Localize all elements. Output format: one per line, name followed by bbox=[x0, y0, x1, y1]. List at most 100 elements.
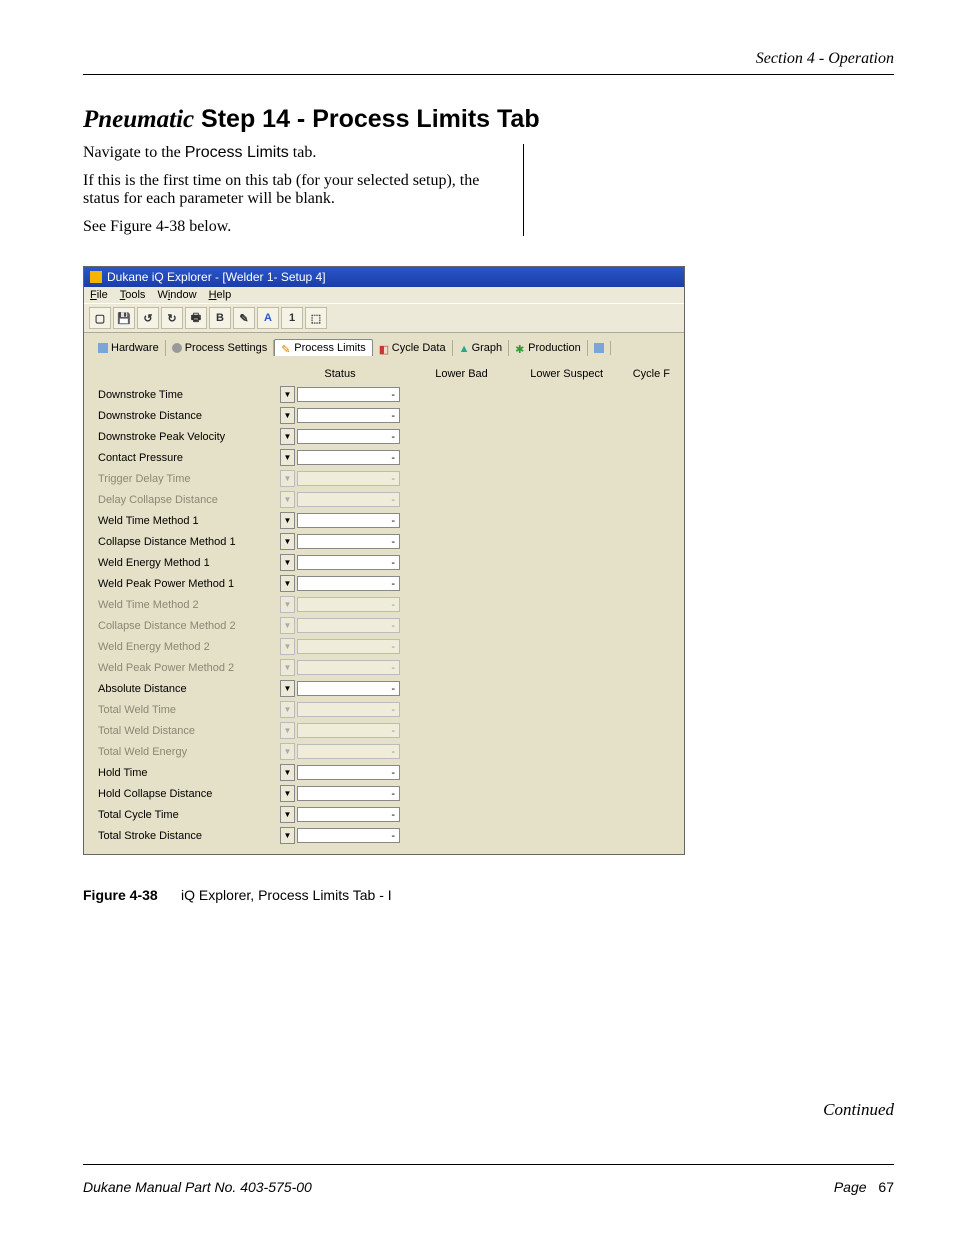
param-status-cell: ▼- bbox=[274, 405, 406, 426]
param-empty-cell bbox=[494, 405, 609, 426]
menu-window[interactable]: WindowWindow bbox=[157, 289, 196, 301]
toolbar: ▢ 💾 ↺ ↻ 🖶 B ✎ A 1 ⬚ bbox=[84, 303, 684, 333]
param-row: Contact Pressure▼- bbox=[92, 447, 676, 468]
param-label: Weld Energy Method 1 bbox=[92, 552, 274, 573]
tab-overflow[interactable] bbox=[588, 341, 611, 355]
menu-file[interactable]: FFileile bbox=[90, 289, 108, 301]
status-dropdown-button: ▼ bbox=[280, 596, 295, 613]
param-row: Hold Time▼- bbox=[92, 762, 676, 783]
status-dropdown-button[interactable]: ▼ bbox=[280, 764, 295, 781]
param-empty-cell bbox=[609, 405, 676, 426]
param-empty-cell bbox=[609, 594, 676, 615]
app-icon bbox=[90, 271, 102, 283]
toolbar-btn-7[interactable]: A bbox=[257, 307, 279, 329]
toolbar-btn-3[interactable]: ↻ bbox=[161, 307, 183, 329]
status-field[interactable]: - bbox=[297, 576, 400, 591]
status-field[interactable]: - bbox=[297, 828, 400, 843]
status-dropdown-button[interactable]: ▼ bbox=[280, 512, 295, 529]
status-field[interactable]: - bbox=[297, 555, 400, 570]
tab-process-settings[interactable]: Process Settings bbox=[166, 340, 275, 356]
menu-help[interactable]: HelpHelp bbox=[209, 289, 232, 301]
figure-text: iQ Explorer, Process Limits Tab - I bbox=[181, 887, 392, 903]
status-field: - bbox=[297, 660, 400, 675]
param-row: Total Cycle Time▼- bbox=[92, 804, 676, 825]
param-empty-cell bbox=[406, 657, 494, 678]
app-window: Dukane iQ Explorer - [Welder 1- Setup 4]… bbox=[83, 266, 685, 855]
param-status-cell: ▼- bbox=[274, 762, 406, 783]
status-dropdown-button[interactable]: ▼ bbox=[280, 554, 295, 571]
param-empty-cell bbox=[609, 447, 676, 468]
status-field[interactable]: - bbox=[297, 429, 400, 444]
param-empty-cell bbox=[406, 447, 494, 468]
param-empty-cell bbox=[494, 657, 609, 678]
col-lower-bad: Lower Bad bbox=[406, 364, 494, 384]
param-status-cell: ▼- bbox=[274, 741, 406, 762]
tab-graph[interactable]: ▲ Graph bbox=[453, 340, 510, 356]
param-empty-cell bbox=[609, 531, 676, 552]
status-dropdown-button[interactable]: ▼ bbox=[280, 806, 295, 823]
toolbar-btn-5[interactable]: B bbox=[209, 307, 231, 329]
param-empty-cell bbox=[494, 531, 609, 552]
status-dropdown-button[interactable]: ▼ bbox=[280, 533, 295, 550]
toolbar-btn-0[interactable]: ▢ bbox=[89, 307, 111, 329]
instructions-block: Navigate to the Process Limits tab. If t… bbox=[83, 144, 524, 236]
figure-caption: Figure 4-38 iQ Explorer, Process Limits … bbox=[83, 887, 894, 903]
status-field[interactable]: - bbox=[297, 765, 400, 780]
status-field: - bbox=[297, 471, 400, 486]
param-row: Downstroke Time▼- bbox=[92, 384, 676, 405]
param-empty-cell bbox=[406, 720, 494, 741]
tab-graph-label: Graph bbox=[472, 342, 503, 354]
toolbar-btn-6[interactable]: ✎ bbox=[233, 307, 255, 329]
status-field[interactable]: - bbox=[297, 534, 400, 549]
instruction-1-a: Navigate to the bbox=[83, 144, 185, 161]
param-row: Downstroke Peak Velocity▼- bbox=[92, 426, 676, 447]
status-dropdown-button[interactable]: ▼ bbox=[280, 827, 295, 844]
toolbar-btn-4[interactable]: 🖶 bbox=[185, 307, 207, 329]
status-dropdown-button[interactable]: ▼ bbox=[280, 449, 295, 466]
menu-tools[interactable]: ToolsTools bbox=[120, 289, 146, 301]
toolbar-btn-9[interactable]: ⬚ bbox=[305, 307, 327, 329]
param-empty-cell bbox=[406, 678, 494, 699]
param-status-cell: ▼- bbox=[274, 594, 406, 615]
status-dropdown-button: ▼ bbox=[280, 659, 295, 676]
param-empty-cell bbox=[406, 573, 494, 594]
status-dropdown-button[interactable]: ▼ bbox=[280, 680, 295, 697]
chart-icon: ▲ bbox=[459, 343, 469, 353]
param-label: Weld Peak Power Method 2 bbox=[92, 657, 274, 678]
status-dropdown-button[interactable]: ▼ bbox=[280, 428, 295, 445]
status-field: - bbox=[297, 702, 400, 717]
param-empty-cell bbox=[609, 384, 676, 405]
status-field[interactable]: - bbox=[297, 786, 400, 801]
param-empty-cell bbox=[494, 825, 609, 846]
status-dropdown-button[interactable]: ▼ bbox=[280, 575, 295, 592]
tab-cycle-data[interactable]: ◧ Cycle Data bbox=[373, 340, 453, 356]
tab-hardware[interactable]: Hardware bbox=[92, 340, 166, 356]
param-row: Collapse Distance Method 2▼- bbox=[92, 615, 676, 636]
status-dropdown-button[interactable]: ▼ bbox=[280, 386, 295, 403]
status-field[interactable]: - bbox=[297, 450, 400, 465]
param-row: Absolute Distance▼- bbox=[92, 678, 676, 699]
status-field[interactable]: - bbox=[297, 387, 400, 402]
step-title: Pneumatic Step 14 - Process Limits Tab bbox=[83, 105, 894, 134]
param-empty-cell bbox=[406, 636, 494, 657]
param-label: Collapse Distance Method 2 bbox=[92, 615, 274, 636]
col-status: Status bbox=[274, 364, 406, 384]
param-empty-cell bbox=[494, 426, 609, 447]
status-field[interactable]: - bbox=[297, 513, 400, 528]
toolbar-btn-2[interactable]: ↺ bbox=[137, 307, 159, 329]
status-dropdown-button[interactable]: ▼ bbox=[280, 785, 295, 802]
status-field[interactable]: - bbox=[297, 807, 400, 822]
tab-production[interactable]: ✱ Production bbox=[509, 340, 588, 356]
toolbar-btn-8[interactable]: 1 bbox=[281, 307, 303, 329]
param-row: Trigger Delay Time▼- bbox=[92, 468, 676, 489]
param-status-cell: ▼- bbox=[274, 468, 406, 489]
status-dropdown-button[interactable]: ▼ bbox=[280, 407, 295, 424]
status-field: - bbox=[297, 492, 400, 507]
tab-cycle-data-label: Cycle Data bbox=[392, 342, 446, 354]
tab-process-limits[interactable]: ✎ Process Limits bbox=[274, 339, 373, 356]
param-status-cell: ▼- bbox=[274, 447, 406, 468]
status-field[interactable]: - bbox=[297, 408, 400, 423]
status-field[interactable]: - bbox=[297, 681, 400, 696]
toolbar-btn-save[interactable]: 💾 bbox=[113, 307, 135, 329]
param-empty-cell bbox=[609, 825, 676, 846]
